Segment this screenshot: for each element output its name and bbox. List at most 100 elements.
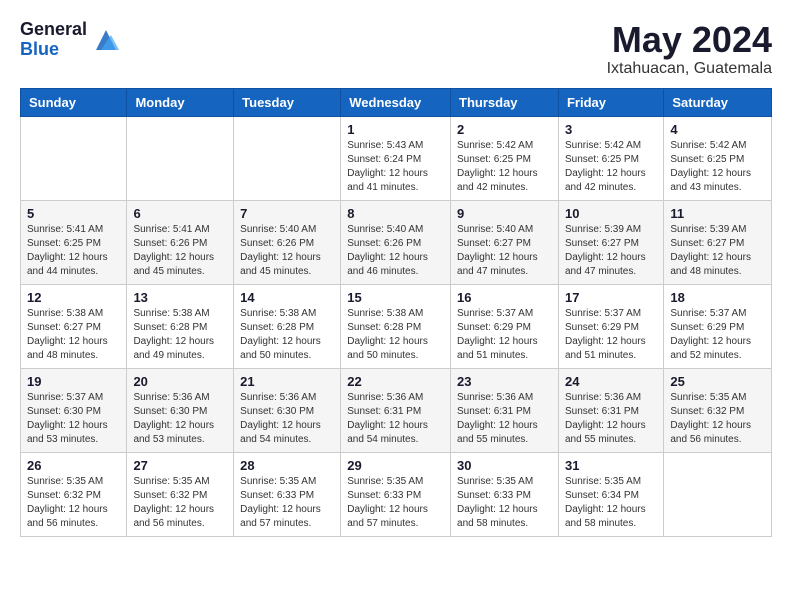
day-number: 27 [133,458,227,473]
calendar-cell: 17Sunrise: 5:37 AM Sunset: 6:29 PM Dayli… [558,284,663,368]
location-text: Ixtahuacan, Guatemala [607,60,772,78]
day-info: Sunrise: 5:36 AM Sunset: 6:31 PM Dayligh… [565,391,657,447]
day-info: Sunrise: 5:37 AM Sunset: 6:30 PM Dayligh… [27,391,120,447]
day-number: 26 [27,458,120,473]
day-number: 19 [27,374,120,389]
day-number: 30 [457,458,552,473]
calendar-cell [234,116,341,200]
day-number: 24 [565,374,657,389]
calendar-header-row: SundayMondayTuesdayWednesdayThursdayFrid… [21,88,772,116]
calendar-cell: 25 Sunrise: 5:35 AM Sunset: 6:32 PM Dayli… [664,368,772,452]
day-info: Sunrise: 5:40 AM Sunset: 6:26 PM Dayligh… [240,223,334,279]
calendar-cell: 3 Sunrise: 5:42 AM Sunset: 6:25 PM Daylig… [558,116,663,200]
day-number: 11 [670,206,765,221]
calendar-week-row: 5 Sunrise: 5:41 AM Sunset: 6:25 PM Daylig… [21,200,772,284]
day-info: Sunrise: 5:36 AM Sunset: 6:31 PM Dayligh… [347,391,444,447]
day-number: 31 [565,458,657,473]
calendar-cell: 23 Sunrise: 5:36 AM Sunset: 6:31 PM Dayli… [451,368,559,452]
calendar-cell: 26Sunrise: 5:35 AM Sunset: 6:32 PM Dayli… [21,452,127,536]
logo-general-text: General [20,20,87,40]
day-info: Sunrise: 5:40 AM Sunset: 6:27 PM Dayligh… [457,223,552,279]
calendar-cell [21,116,127,200]
day-number: 15 [347,290,444,305]
logo-icon [91,25,121,55]
day-info: Sunrise: 5:35 AM Sunset: 6:33 PM Dayligh… [457,475,552,531]
day-info: Sunrise: 5:39 AM Sunset: 6:27 PM Dayligh… [565,223,657,279]
weekday-header: Wednesday [341,88,451,116]
calendar-week-row: 19 Sunrise: 5:37 AM Sunset: 6:30 PM Dayli… [21,368,772,452]
day-number: 29 [347,458,444,473]
calendar-cell: 30 Sunrise: 5:35 AM Sunset: 6:33 PM Dayli… [451,452,559,536]
calendar-cell: 16Sunrise: 5:37 AM Sunset: 6:29 PM Dayli… [451,284,559,368]
day-number: 3 [565,122,657,137]
calendar-cell: 1 Sunrise: 5:43 AM Sunset: 6:24 PM Daylig… [341,116,451,200]
day-info: Sunrise: 5:42 AM Sunset: 6:25 PM Dayligh… [670,139,765,195]
calendar-cell: 28 Sunrise: 5:35 AM Sunset: 6:33 PM Dayli… [234,452,341,536]
day-number: 21 [240,374,334,389]
day-number: 23 [457,374,552,389]
day-number: 5 [27,206,120,221]
calendar-cell: 10Sunrise: 5:39 AM Sunset: 6:27 PM Dayli… [558,200,663,284]
weekday-header: Saturday [664,88,772,116]
calendar-cell: 14 Sunrise: 5:38 AM Sunset: 6:28 PM Dayli… [234,284,341,368]
day-info: Sunrise: 5:37 AM Sunset: 6:29 PM Dayligh… [565,307,657,363]
calendar-cell: 21 Sunrise: 5:36 AM Sunset: 6:30 PM Dayli… [234,368,341,452]
day-info: Sunrise: 5:35 AM Sunset: 6:32 PM Dayligh… [133,475,227,531]
title-section: May 2024 Ixtahuacan, Guatemala [607,20,772,78]
weekday-header: Monday [127,88,234,116]
calendar-cell: 20Sunrise: 5:36 AM Sunset: 6:30 PM Dayli… [127,368,234,452]
calendar-week-row: 1 Sunrise: 5:43 AM Sunset: 6:24 PM Daylig… [21,116,772,200]
day-info: Sunrise: 5:36 AM Sunset: 6:30 PM Dayligh… [240,391,334,447]
day-number: 6 [133,206,227,221]
day-info: Sunrise: 5:38 AM Sunset: 6:28 PM Dayligh… [133,307,227,363]
day-info: Sunrise: 5:40 AM Sunset: 6:26 PM Dayligh… [347,223,444,279]
calendar-cell: 9Sunrise: 5:40 AM Sunset: 6:27 PM Daylig… [451,200,559,284]
day-number: 22 [347,374,444,389]
day-number: 18 [670,290,765,305]
weekday-header: Friday [558,88,663,116]
day-info: Sunrise: 5:35 AM Sunset: 6:34 PM Dayligh… [565,475,657,531]
day-number: 8 [347,206,444,221]
day-info: Sunrise: 5:37 AM Sunset: 6:29 PM Dayligh… [670,307,765,363]
day-info: Sunrise: 5:41 AM Sunset: 6:25 PM Dayligh… [27,223,120,279]
day-info: Sunrise: 5:35 AM Sunset: 6:33 PM Dayligh… [347,475,444,531]
day-info: Sunrise: 5:39 AM Sunset: 6:27 PM Dayligh… [670,223,765,279]
day-info: Sunrise: 5:38 AM Sunset: 6:28 PM Dayligh… [240,307,334,363]
calendar-cell: 31 Sunrise: 5:35 AM Sunset: 6:34 PM Dayli… [558,452,663,536]
calendar-table: SundayMondayTuesdayWednesdayThursdayFrid… [20,88,772,537]
calendar-cell: 6 Sunrise: 5:41 AM Sunset: 6:26 PM Daylig… [127,200,234,284]
weekday-header: Thursday [451,88,559,116]
calendar-cell: 19 Sunrise: 5:37 AM Sunset: 6:30 PM Dayli… [21,368,127,452]
day-info: Sunrise: 5:36 AM Sunset: 6:31 PM Dayligh… [457,391,552,447]
calendar-cell: 12 Sunrise: 5:38 AM Sunset: 6:27 PM Dayli… [21,284,127,368]
day-info: Sunrise: 5:42 AM Sunset: 6:25 PM Dayligh… [565,139,657,195]
calendar-cell: 15 Sunrise: 5:38 AM Sunset: 6:28 PM Dayli… [341,284,451,368]
day-info: Sunrise: 5:35 AM Sunset: 6:33 PM Dayligh… [240,475,334,531]
day-info: Sunrise: 5:38 AM Sunset: 6:28 PM Dayligh… [347,307,444,363]
logo-blue-text: Blue [20,40,87,60]
day-info: Sunrise: 5:38 AM Sunset: 6:27 PM Dayligh… [27,307,120,363]
calendar-cell [127,116,234,200]
day-number: 4 [670,122,765,137]
calendar-week-row: 26 Sunrise: 5:35 AM Sunset: 6:32 PM Dayli… [21,452,772,536]
day-info: Sunrise: 5:43 AM Sunset: 6:24 PM Dayligh… [347,139,444,195]
day-number: 14 [240,290,334,305]
day-number: 12 [27,290,120,305]
logo: General Blue [20,20,121,60]
weekday-header: Sunday [21,88,127,116]
day-number: 25 [670,374,765,389]
calendar-cell: 18 Sunrise: 5:37 AM Sunset: 6:29 PM Dayli… [664,284,772,368]
day-number: 20 [133,374,227,389]
day-number: 1 [347,122,444,137]
day-number: 7 [240,206,334,221]
day-number: 28 [240,458,334,473]
day-info: Sunrise: 5:37 AM Sunset: 6:29 PM Dayligh… [457,307,552,363]
day-info: Sunrise: 5:35 AM Sunset: 6:32 PM Dayligh… [670,391,765,447]
calendar-cell: 24 Sunrise: 5:36 AM Sunset: 6:31 PM Dayli… [558,368,663,452]
calendar-cell: 29 Sunrise: 5:35 AM Sunset: 6:33 PM Dayli… [341,452,451,536]
calendar-cell: 8 Sunrise: 5:40 AM Sunset: 6:26 PM Daylig… [341,200,451,284]
calendar-cell: 27 Sunrise: 5:35 AM Sunset: 6:32 PM Dayli… [127,452,234,536]
day-info: Sunrise: 5:41 AM Sunset: 6:26 PM Dayligh… [133,223,227,279]
day-info: Sunrise: 5:42 AM Sunset: 6:25 PM Dayligh… [457,139,552,195]
day-number: 13 [133,290,227,305]
